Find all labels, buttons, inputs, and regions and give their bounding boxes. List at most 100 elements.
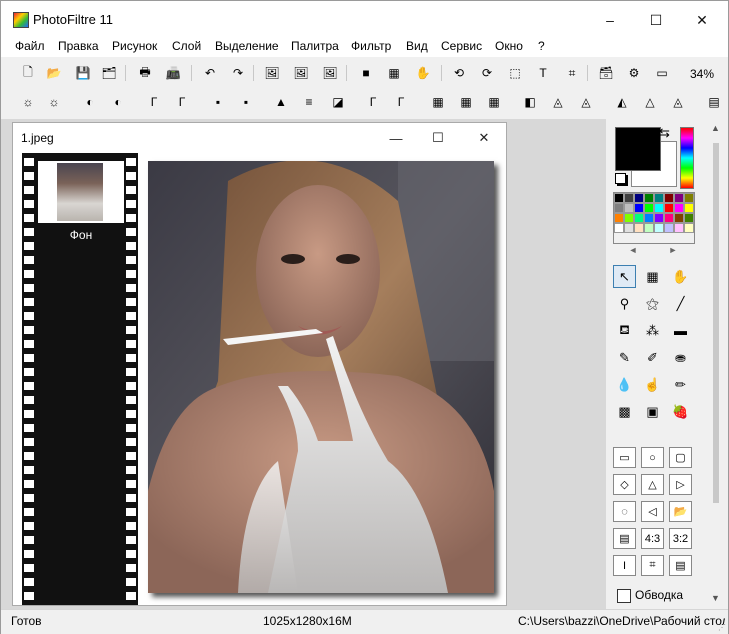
rounded-rect-icon[interactable]: ▢ [669,447,692,468]
color-spectrum[interactable] [680,127,694,189]
palette-swatch[interactable] [614,203,624,213]
ratio-3-2-icon[interactable]: 3:2 [669,528,692,549]
open-folder-icon[interactable]: 📂 [45,64,63,82]
palette-swatch[interactable] [654,203,664,213]
scroll-thumb[interactable] [713,143,719,503]
hand-icon[interactable]: ✋ [669,265,692,288]
brightness-down-icon[interactable]: ☼ [19,93,37,111]
text-selection-icon[interactable]: I [613,555,636,576]
automate-icon[interactable]: ✋ [414,64,432,82]
gamma-down-icon[interactable]: Γ [145,93,163,111]
palette-swatch[interactable] [644,193,654,203]
menu-edit[interactable]: Правка [58,39,99,53]
scroll-up-icon[interactable]: ▲ [711,123,720,133]
photo-canvas[interactable] [148,161,494,593]
doc-maximize-button[interactable]: ☐ [423,127,453,149]
eraser-icon[interactable]: ▬ [669,319,692,342]
browse-icon[interactable]: 🗂 [100,64,118,82]
palette-swatch[interactable] [624,213,634,223]
save-selection-icon[interactable]: ▤ [669,555,692,576]
palette-swatch[interactable] [644,223,654,233]
doc-minimize-button[interactable]: — [381,127,411,149]
menu-filter[interactable]: Фильтр [351,39,391,53]
magic-wand-icon[interactable]: ⚝ [641,292,664,315]
save-disk-icon[interactable]: 💾 [74,64,92,82]
open-selection-icon[interactable]: 📂 [669,501,692,522]
dither-2-icon[interactable]: ▦ [457,93,475,111]
drop-plus-icon[interactable]: ◬ [669,93,687,111]
advanced-brush-icon[interactable]: ✐ [641,346,664,369]
palette-swatch[interactable] [674,193,684,203]
palette-swatch[interactable] [664,193,674,203]
contrast-up-icon[interactable]: ◐ [109,93,127,111]
fill-selection-icon[interactable]: ▤ [613,528,636,549]
palette-swatch[interactable] [614,223,624,233]
ratio-4-3-icon[interactable]: 4:3 [641,528,664,549]
polygon-icon[interactable]: ◁ [641,501,664,522]
resize-grip-icon[interactable]: ⋰ [718,623,726,632]
doc-close-button[interactable]: ✕ [469,127,499,149]
menu-image[interactable]: Рисунок [112,39,157,53]
palette-swatch[interactable] [634,223,644,233]
palette-swatch[interactable] [614,193,624,203]
selection-icon[interactable]: ⬚ [506,64,524,82]
gray-square-icon[interactable]: ■ [357,64,375,82]
sharpen-icon[interactable]: ◬ [549,93,567,111]
reset-colors-icon[interactable] [615,173,626,184]
outline-checkbox[interactable] [617,589,631,603]
sharpen-more-icon[interactable]: ◬ [577,93,595,111]
palette-swatch[interactable] [664,223,674,233]
panel-scrollbar[interactable]: ▲ ▼ [708,121,724,607]
foreground-color-swatch[interactable] [615,127,661,171]
blur-drop-icon[interactable]: 💧 [613,373,636,396]
crop-selection-icon[interactable]: ⌗ [641,555,664,576]
image-size-icon[interactable]: 🖼 [263,64,281,82]
palette-swatch[interactable] [684,203,694,213]
palette-swatch[interactable] [684,193,694,203]
saturation-down-icon[interactable]: ▪ [209,93,227,111]
saturation-up-icon[interactable]: ▪ [237,93,255,111]
brush-icon[interactable]: ✎ [613,346,636,369]
palette-swatch[interactable] [664,203,674,213]
window-icon[interactable]: ▭ [653,64,671,82]
clone-icon[interactable]: ✏ [669,373,692,396]
auto-gamma-icon[interactable]: Γ [364,93,382,111]
scan-icon[interactable]: 📠 [164,64,182,82]
explorer-icon[interactable]: 🗃 [597,64,615,82]
portrait-icon[interactable]: ▣ [641,400,664,423]
shape-select-icon[interactable]: ▦ [641,265,664,288]
menu-selection[interactable]: Выделение [215,39,279,53]
plugin-gear-icon[interactable]: ⚙ [625,64,643,82]
palette-swatch[interactable] [644,203,654,213]
menu-help[interactable]: ? [538,39,545,53]
dither-3-icon[interactable]: ▦ [485,93,503,111]
swap-colors-icon[interactable]: ⇆ [659,125,670,141]
palette-swatch[interactable] [664,213,674,223]
minimize-button[interactable]: – [588,7,632,33]
menu-file[interactable]: Файл [15,39,45,53]
fit-image-icon[interactable]: 🖼 [321,64,339,82]
menu-view[interactable]: Вид [406,39,428,53]
dither-1-icon[interactable]: ▦ [429,93,447,111]
line-icon[interactable]: ╱ [669,292,692,315]
levels-icon[interactable]: ▲ [272,93,290,111]
palette-swatch[interactable] [624,223,634,233]
undo-icon[interactable]: ↶ [201,64,219,82]
blur-icon[interactable]: ◧ [521,93,539,111]
pattern-icon[interactable]: ▩ [613,400,636,423]
canvas-size-icon[interactable]: 🖼 [292,64,310,82]
strawberry-icon[interactable]: 🍓 [669,400,692,423]
palette-swatch[interactable] [684,223,694,233]
stamp-icon[interactable]: ⛂ [669,346,692,369]
emboss-icon[interactable]: ◭ [613,93,631,111]
palette-swatch[interactable] [634,193,644,203]
palette-right-icon[interactable]: ► [669,245,678,255]
crop-icon[interactable]: ⌗ [563,64,581,82]
spray-icon[interactable]: ⁂ [641,319,664,342]
brightness-up-icon[interactable]: ☼ [45,93,63,111]
palette-swatch[interactable] [614,213,624,223]
bw-icon[interactable]: ◪ [329,93,347,111]
menu-window[interactable]: Окно [495,39,523,53]
maximize-button[interactable]: ☐ [634,7,678,33]
rotate-right-icon[interactable]: ⟳ [478,64,496,82]
